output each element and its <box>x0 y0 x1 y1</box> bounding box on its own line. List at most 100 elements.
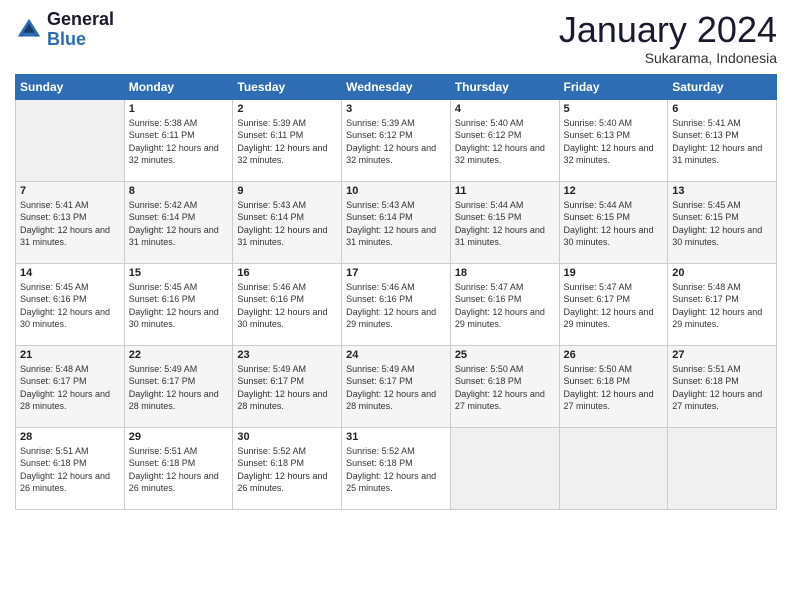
day-number: 24 <box>346 349 446 361</box>
title-section: January 2024 Sukarama, Indonesia <box>559 10 777 66</box>
day-info: Sunrise: 5:45 AMSunset: 6:16 PMDaylight:… <box>20 281 120 331</box>
calendar-body: 1 Sunrise: 5:38 AMSunset: 6:11 PMDayligh… <box>16 99 777 509</box>
calendar-cell: 15 Sunrise: 5:45 AMSunset: 6:16 PMDaylig… <box>124 263 233 345</box>
col-saturday: Saturday <box>668 74 777 99</box>
calendar-week-row: 14 Sunrise: 5:45 AMSunset: 6:16 PMDaylig… <box>16 263 777 345</box>
day-info: Sunrise: 5:49 AMSunset: 6:17 PMDaylight:… <box>346 363 446 413</box>
calendar-cell: 19 Sunrise: 5:47 AMSunset: 6:17 PMDaylig… <box>559 263 668 345</box>
calendar-cell: 14 Sunrise: 5:45 AMSunset: 6:16 PMDaylig… <box>16 263 125 345</box>
calendar-cell: 5 Sunrise: 5:40 AMSunset: 6:13 PMDayligh… <box>559 99 668 181</box>
day-info: Sunrise: 5:46 AMSunset: 6:16 PMDaylight:… <box>346 281 446 331</box>
day-info: Sunrise: 5:41 AMSunset: 6:13 PMDaylight:… <box>20 199 120 249</box>
day-info: Sunrise: 5:49 AMSunset: 6:17 PMDaylight:… <box>129 363 229 413</box>
day-number: 8 <box>129 185 229 197</box>
calendar-cell: 24 Sunrise: 5:49 AMSunset: 6:17 PMDaylig… <box>342 345 451 427</box>
calendar-cell: 28 Sunrise: 5:51 AMSunset: 6:18 PMDaylig… <box>16 427 125 509</box>
calendar-cell <box>559 427 668 509</box>
calendar-cell: 9 Sunrise: 5:43 AMSunset: 6:14 PMDayligh… <box>233 181 342 263</box>
calendar-cell: 20 Sunrise: 5:48 AMSunset: 6:17 PMDaylig… <box>668 263 777 345</box>
day-info: Sunrise: 5:40 AMSunset: 6:13 PMDaylight:… <box>564 117 664 167</box>
header: General Blue January 2024 Sukarama, Indo… <box>15 10 777 66</box>
calendar-cell: 18 Sunrise: 5:47 AMSunset: 6:16 PMDaylig… <box>450 263 559 345</box>
day-number: 3 <box>346 103 446 115</box>
day-number: 13 <box>672 185 772 197</box>
col-friday: Friday <box>559 74 668 99</box>
calendar-cell: 2 Sunrise: 5:39 AMSunset: 6:11 PMDayligh… <box>233 99 342 181</box>
day-info: Sunrise: 5:39 AMSunset: 6:11 PMDaylight:… <box>237 117 337 167</box>
day-info: Sunrise: 5:39 AMSunset: 6:12 PMDaylight:… <box>346 117 446 167</box>
day-number: 11 <box>455 185 555 197</box>
day-info: Sunrise: 5:51 AMSunset: 6:18 PMDaylight:… <box>672 363 772 413</box>
day-number: 18 <box>455 267 555 279</box>
calendar-cell <box>668 427 777 509</box>
calendar-week-row: 7 Sunrise: 5:41 AMSunset: 6:13 PMDayligh… <box>16 181 777 263</box>
day-number: 17 <box>346 267 446 279</box>
day-info: Sunrise: 5:45 AMSunset: 6:15 PMDaylight:… <box>672 199 772 249</box>
col-wednesday: Wednesday <box>342 74 451 99</box>
calendar-cell: 21 Sunrise: 5:48 AMSunset: 6:17 PMDaylig… <box>16 345 125 427</box>
col-thursday: Thursday <box>450 74 559 99</box>
day-info: Sunrise: 5:40 AMSunset: 6:12 PMDaylight:… <box>455 117 555 167</box>
day-number: 9 <box>237 185 337 197</box>
day-info: Sunrise: 5:44 AMSunset: 6:15 PMDaylight:… <box>455 199 555 249</box>
day-number: 21 <box>20 349 120 361</box>
day-number: 10 <box>346 185 446 197</box>
day-number: 14 <box>20 267 120 279</box>
day-number: 1 <box>129 103 229 115</box>
day-number: 22 <box>129 349 229 361</box>
day-number: 12 <box>564 185 664 197</box>
calendar-cell: 16 Sunrise: 5:46 AMSunset: 6:16 PMDaylig… <box>233 263 342 345</box>
day-number: 19 <box>564 267 664 279</box>
day-info: Sunrise: 5:51 AMSunset: 6:18 PMDaylight:… <box>129 445 229 495</box>
day-number: 2 <box>237 103 337 115</box>
logo: General Blue <box>15 10 114 50</box>
day-number: 26 <box>564 349 664 361</box>
calendar-week-row: 21 Sunrise: 5:48 AMSunset: 6:17 PMDaylig… <box>16 345 777 427</box>
calendar-cell <box>450 427 559 509</box>
calendar-cell: 12 Sunrise: 5:44 AMSunset: 6:15 PMDaylig… <box>559 181 668 263</box>
day-number: 5 <box>564 103 664 115</box>
logo-icon <box>15 16 43 44</box>
day-info: Sunrise: 5:50 AMSunset: 6:18 PMDaylight:… <box>564 363 664 413</box>
day-info: Sunrise: 5:43 AMSunset: 6:14 PMDaylight:… <box>237 199 337 249</box>
col-monday: Monday <box>124 74 233 99</box>
calendar-cell: 4 Sunrise: 5:40 AMSunset: 6:12 PMDayligh… <box>450 99 559 181</box>
calendar-cell: 11 Sunrise: 5:44 AMSunset: 6:15 PMDaylig… <box>450 181 559 263</box>
calendar-week-row: 28 Sunrise: 5:51 AMSunset: 6:18 PMDaylig… <box>16 427 777 509</box>
day-info: Sunrise: 5:44 AMSunset: 6:15 PMDaylight:… <box>564 199 664 249</box>
calendar-cell: 1 Sunrise: 5:38 AMSunset: 6:11 PMDayligh… <box>124 99 233 181</box>
day-info: Sunrise: 5:38 AMSunset: 6:11 PMDaylight:… <box>129 117 229 167</box>
day-info: Sunrise: 5:51 AMSunset: 6:18 PMDaylight:… <box>20 445 120 495</box>
day-number: 30 <box>237 431 337 443</box>
day-info: Sunrise: 5:48 AMSunset: 6:17 PMDaylight:… <box>20 363 120 413</box>
col-tuesday: Tuesday <box>233 74 342 99</box>
month-title: January 2024 <box>559 10 777 50</box>
col-sunday: Sunday <box>16 74 125 99</box>
logo-general: General <box>47 10 114 30</box>
day-number: 20 <box>672 267 772 279</box>
day-number: 15 <box>129 267 229 279</box>
day-number: 16 <box>237 267 337 279</box>
calendar-header: Sunday Monday Tuesday Wednesday Thursday… <box>16 74 777 99</box>
day-info: Sunrise: 5:42 AMSunset: 6:14 PMDaylight:… <box>129 199 229 249</box>
calendar-cell <box>16 99 125 181</box>
day-number: 25 <box>455 349 555 361</box>
calendar-cell: 22 Sunrise: 5:49 AMSunset: 6:17 PMDaylig… <box>124 345 233 427</box>
calendar-cell: 31 Sunrise: 5:52 AMSunset: 6:18 PMDaylig… <box>342 427 451 509</box>
calendar-page: General Blue January 2024 Sukarama, Indo… <box>0 0 792 612</box>
day-info: Sunrise: 5:50 AMSunset: 6:18 PMDaylight:… <box>455 363 555 413</box>
day-info: Sunrise: 5:47 AMSunset: 6:17 PMDaylight:… <box>564 281 664 331</box>
calendar-cell: 7 Sunrise: 5:41 AMSunset: 6:13 PMDayligh… <box>16 181 125 263</box>
day-info: Sunrise: 5:49 AMSunset: 6:17 PMDaylight:… <box>237 363 337 413</box>
day-number: 6 <box>672 103 772 115</box>
calendar-week-row: 1 Sunrise: 5:38 AMSunset: 6:11 PMDayligh… <box>16 99 777 181</box>
header-row: Sunday Monday Tuesday Wednesday Thursday… <box>16 74 777 99</box>
logo-text: General Blue <box>47 10 114 50</box>
logo-blue: Blue <box>47 30 114 50</box>
day-number: 28 <box>20 431 120 443</box>
location-subtitle: Sukarama, Indonesia <box>559 50 777 66</box>
day-number: 23 <box>237 349 337 361</box>
calendar-cell: 25 Sunrise: 5:50 AMSunset: 6:18 PMDaylig… <box>450 345 559 427</box>
calendar-cell: 3 Sunrise: 5:39 AMSunset: 6:12 PMDayligh… <box>342 99 451 181</box>
day-info: Sunrise: 5:46 AMSunset: 6:16 PMDaylight:… <box>237 281 337 331</box>
